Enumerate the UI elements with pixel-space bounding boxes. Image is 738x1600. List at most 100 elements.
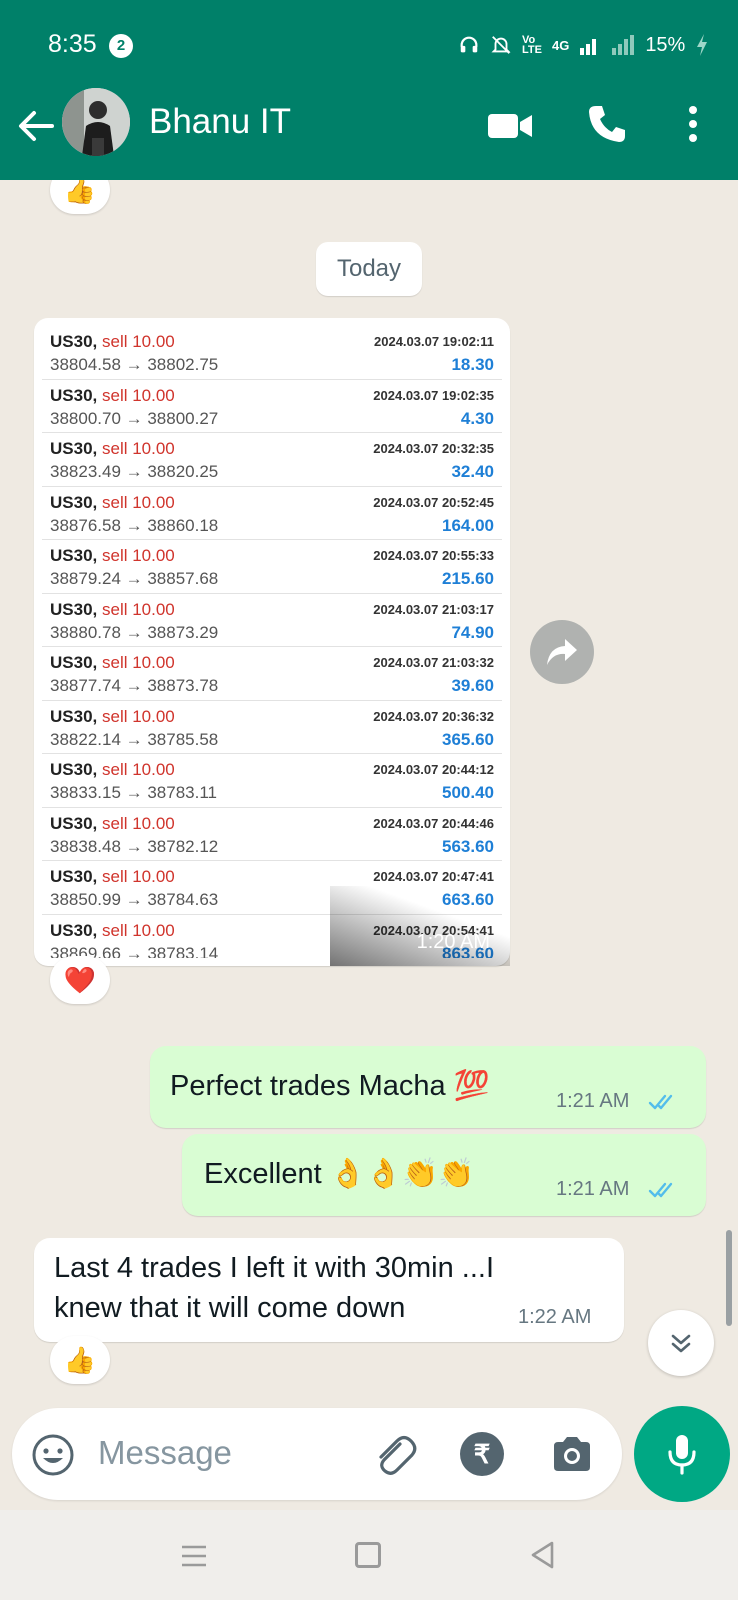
message-composer: Message ₹	[0, 1400, 738, 1510]
trade-datetime: 2024.03.07 20:44:46	[373, 815, 494, 831]
trade-row: US30, sell 10.00 38880.78 → 38873.29 2024.…	[42, 594, 502, 647]
headset-icon	[460, 36, 478, 53]
share-arrow-icon	[547, 639, 577, 665]
message-text: Perfect trades Macha 💯	[170, 1070, 490, 1102]
reaction-thumbs-up[interactable]: 👍	[50, 1336, 110, 1384]
trade-profit: 39.60	[451, 676, 494, 695]
trade-screenshot[interactable]: US30, sell 10.00 38804.58 → 38802.75 2024.…	[42, 326, 502, 958]
trade-side: sell 10.00	[101, 439, 175, 458]
image-time-shade	[330, 886, 510, 966]
trade-price: 38838.48 → 38782.12	[50, 836, 219, 856]
trade-side: sell 10.00	[101, 546, 175, 565]
trade-price: 38822.14 → 38785.58	[50, 729, 219, 749]
status-time: 8:35	[48, 30, 97, 58]
message-bubble-outgoing[interactable]: Perfect trades Macha 💯 1:21 AM	[150, 1046, 706, 1128]
chat-scrollbar[interactable]	[726, 1230, 732, 1326]
message-bubble-incoming[interactable]: Last 4 trades I left it with 30min ...I …	[34, 1238, 624, 1342]
trade-row: US30, sell 10.00 38879.24 → 38857.68 2024.…	[42, 540, 502, 594]
trade-symbol: US30, sell 10.00	[50, 653, 175, 672]
voice-message-button[interactable]	[634, 1406, 730, 1502]
read-ticks-icon	[648, 1094, 673, 1110]
message-text: Last 4 trades I left it with 30min ...I …	[54, 1252, 495, 1324]
emoji-icon[interactable]	[30, 1432, 76, 1478]
message-text: Excellent 👌👌👏👏	[204, 1158, 475, 1190]
trade-profit: 563.60	[442, 836, 494, 856]
back-arrow-icon[interactable]	[14, 104, 58, 148]
trade-price: 38877.74 → 38873.78	[50, 676, 219, 695]
more-options-icon[interactable]	[680, 102, 706, 146]
trade-row: US30, sell 10.00 38876.58 → 38860.18 2024.…	[42, 487, 502, 540]
trade-symbol: US30, sell 10.00	[50, 867, 175, 886]
read-ticks-icon	[648, 1182, 673, 1198]
trade-side: sell 10.00	[101, 332, 175, 351]
trade-datetime: 2024.03.07 20:36:32	[373, 708, 494, 724]
app-bar: Bhanu IT	[0, 84, 738, 180]
trade-datetime: 2024.03.07 20:52:45	[373, 494, 494, 510]
trade-profit: 74.90	[451, 622, 494, 642]
trade-row: US30, sell 10.00 38833.15 → 38783.11 2024.…	[42, 754, 502, 808]
signal-weak-icon	[612, 35, 635, 55]
trade-row: US30, sell 10.00 38823.49 → 38820.25 2024.…	[42, 433, 502, 487]
payment-rupee-button[interactable]: ₹	[460, 1432, 504, 1476]
trade-side: sell 10.00	[101, 920, 175, 940]
trade-symbol: US30, sell 10.00	[50, 439, 175, 458]
message-time: 1:21 AM	[556, 1090, 630, 1112]
trade-row: US30, sell 10.00 38877.74 → 38873.78 2024.…	[42, 647, 502, 701]
trade-symbol: US30, sell 10.00	[50, 920, 175, 940]
home-icon[interactable]	[355, 1542, 381, 1568]
trade-profit: 365.60	[442, 729, 494, 749]
trade-price: 38850.99 → 38784.63	[50, 890, 219, 909]
trade-profit: 18.30	[451, 355, 494, 374]
camera-icon[interactable]	[548, 1430, 596, 1478]
trade-price: 38876.58 → 38860.18	[50, 515, 219, 535]
trade-profit: 164.00	[442, 515, 494, 535]
nav-back-icon[interactable]	[528, 1540, 558, 1570]
message-input[interactable]: Message	[98, 1434, 232, 1472]
trade-side: sell 10.00	[101, 599, 175, 619]
trade-row: US30, sell 10.00 38822.14 → 38785.58 2024.…	[42, 701, 502, 754]
trade-price: 38804.58 → 38802.75	[50, 355, 219, 374]
trade-symbol: US30, sell 10.00	[50, 813, 175, 833]
paperclip-icon[interactable]	[370, 1430, 418, 1478]
message-input-box[interactable]: Message ₹	[12, 1408, 622, 1500]
signal-icon	[580, 39, 597, 55]
trade-profit: 32.40	[451, 462, 494, 481]
status-bar: 8:35 2 Vo LTE 4G 15%	[0, 0, 738, 90]
avatar[interactable]	[62, 88, 130, 156]
trade-datetime: 2024.03.07 20:47:41	[373, 869, 494, 884]
recent-apps-icon[interactable]	[180, 1544, 208, 1568]
message-time: 1:21 AM	[556, 1178, 630, 1200]
reaction-thumbs-up[interactable]: 👍	[50, 180, 110, 214]
network-type: 4G	[551, 37, 570, 53]
trade-symbol: US30, sell 10.00	[50, 546, 175, 565]
trade-symbol: US30, sell 10.00	[50, 492, 175, 512]
trade-symbol: US30, sell 10.00	[50, 760, 175, 779]
reaction-heart[interactable]: ❤️	[50, 956, 110, 1004]
phone-call-icon[interactable]	[585, 102, 629, 146]
trade-datetime: 2024.03.07 19:02:11	[374, 334, 494, 349]
mute-bell-icon	[491, 36, 511, 54]
trade-row: US30, sell 10.00 38800.70 → 38800.27 2024.…	[42, 380, 502, 433]
trade-price: 38833.15 → 38783.11	[50, 783, 217, 802]
forward-button[interactable]	[530, 620, 594, 684]
battery-level: 15%	[645, 33, 686, 56]
status-icons: Vo LTE 4G 15%	[458, 30, 709, 60]
trade-side: sell 10.00	[101, 492, 175, 512]
video-call-icon[interactable]	[486, 106, 534, 146]
image-message[interactable]: US30, sell 10.00 38804.58 → 38802.75 2024.…	[34, 318, 510, 966]
trade-profit: 4.30	[460, 408, 494, 428]
message-time: 1:22 AM	[518, 1306, 592, 1328]
date-chip: Today	[316, 242, 422, 296]
trade-price: 38800.70 → 38800.27	[50, 408, 219, 428]
trade-symbol: US30, sell 10.00	[50, 706, 175, 726]
message-time: 1:20 AM	[416, 931, 490, 953]
trade-side: sell 10.00	[101, 706, 175, 726]
contact-name[interactable]: Bhanu IT	[149, 102, 291, 142]
scroll-to-bottom-button[interactable]	[648, 1310, 714, 1376]
trade-datetime: 2024.03.07 20:44:12	[373, 762, 494, 777]
chat-area[interactable]: 👍 Today US30, sell 10.00 38804.58 → 38802…	[0, 180, 738, 1510]
volte-indicator: Vo LTE	[522, 34, 542, 56]
message-bubble-outgoing[interactable]: Excellent 👌👌👏👏 1:21 AM	[182, 1134, 706, 1216]
trade-datetime: 2024.03.07 19:02:35	[373, 387, 494, 403]
trade-datetime: 2024.03.07 20:55:33	[373, 548, 494, 563]
